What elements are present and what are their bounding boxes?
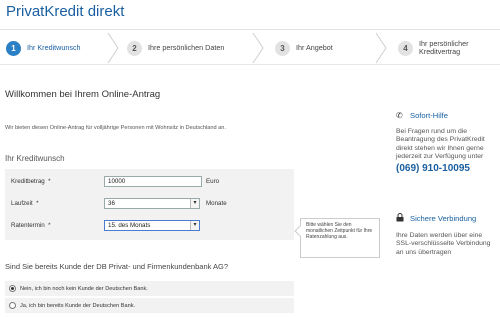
step-number: 4 — [398, 40, 413, 56]
radio-button[interactable] — [9, 285, 16, 292]
page-header: PrivatKredit direkt — [0, 0, 500, 30]
hilfe-text: Bei Fragen rund um die Beantragung des P… — [396, 128, 485, 161]
form-row-kreditbetrag: Kreditbetrag * 10000 Euro — [5, 173, 294, 193]
step-3[interactable]: 3 Ihr Angebot — [275, 31, 333, 65]
radio-label: Nein, ich bin noch kein Kunde der Deutsc… — [20, 285, 148, 292]
radio-option-yes[interactable]: Ja, ich bin bereits Kunde der Deutschen … — [5, 298, 294, 313]
laufzeit-select[interactable]: 36 ▾ — [104, 198, 200, 209]
chevron-right-icon — [106, 31, 120, 65]
chevron-down-icon[interactable]: ▾ — [190, 199, 199, 208]
step-label-line-2: Kreditvertrag — [419, 47, 461, 56]
sicher-text: Ihre Daten werden über eine SSL-verschlü… — [396, 232, 491, 256]
sicher-heading: Sichere Verbindung — [396, 213, 496, 224]
hilfe-title: Sofort-Hilfe — [410, 111, 448, 120]
step-1[interactable]: 1 Ihr Kreditwunsch — [6, 31, 81, 65]
step-label: Ihr Angebot — [296, 43, 333, 52]
kreditbetrag-unit: Euro — [206, 178, 220, 185]
step-label: Ihr persönlicher Kreditvertrag — [419, 40, 469, 56]
laufzeit-unit: Monate — [206, 200, 227, 207]
customer-question: Sind Sie bereits Kunde der DB Privat- un… — [5, 262, 229, 271]
section-heading: Ihr Kreditwunsch — [5, 154, 65, 163]
radio-button[interactable] — [9, 302, 16, 309]
laufzeit-value: 36 — [108, 200, 115, 207]
chevron-right-icon — [374, 31, 388, 65]
ratentermin-tooltip: Bitte wählen Sie den monatlichen Zeitpun… — [294, 218, 380, 258]
lock-icon — [396, 213, 406, 224]
radio-label: Ja, ich bin bereits Kunde der Deutschen … — [20, 302, 136, 309]
sicher-title: Sichere Verbindung — [410, 214, 477, 223]
chevron-down-icon[interactable]: ▾ — [190, 221, 199, 230]
hilfe-heading: ✆ Sofort-Hilfe — [396, 111, 496, 120]
ratentermin-select[interactable]: 15. des Monats ▾ — [104, 220, 200, 231]
form-row-laufzeit: Laufzeit * 36 ▾ Monate — [5, 195, 294, 215]
step-label: Ihr Kreditwunsch — [27, 43, 81, 52]
tooltip-arrow — [294, 225, 306, 237]
step-number: 2 — [127, 40, 142, 56]
ratentermin-value: 15. des Monats — [108, 222, 151, 229]
credit-form: Kreditbetrag * 10000 Euro Laufzeit * 36 … — [5, 169, 294, 240]
step-number: 3 — [275, 40, 290, 56]
kreditbetrag-input[interactable]: 10000 — [104, 176, 202, 187]
hilfe-phone[interactable]: (069) 910-10095 — [396, 163, 496, 174]
laufzeit-label: Laufzeit * — [11, 200, 39, 207]
step-4[interactable]: 4 Ihr persönlicher Kreditvertrag — [398, 31, 469, 65]
step-2[interactable]: 2 Ihre persönlichen Daten — [127, 31, 224, 65]
sidebar-sicher: Sichere Verbindung Ihre Daten werden übe… — [396, 213, 496, 257]
sidebar-hilfe: ✆ Sofort-Hilfe Bei Fragen rund um die Be… — [396, 111, 496, 174]
app-title: PrivatKredit direkt — [6, 3, 125, 20]
kreditbetrag-label: Kreditbetrag * — [11, 178, 51, 185]
step-number: 1 — [6, 40, 21, 56]
step-label: Ihre persönlichen Daten — [148, 43, 225, 52]
page-title: Willkommen bei Ihrem Online-Antrag — [5, 89, 161, 100]
chevron-right-icon — [251, 31, 265, 65]
progress-steps: 1 Ihr Kreditwunsch 2 Ihre persönlichen D… — [0, 31, 500, 65]
phone-icon: ✆ — [396, 111, 403, 120]
intro-text: Wir bieten diesen Online-Antrag für voll… — [5, 125, 226, 131]
ratentermin-label: Ratentermin * — [11, 222, 51, 229]
form-row-ratentermin: Ratentermin * 15. des Monats ▾ — [5, 217, 294, 237]
radio-option-no[interactable]: Nein, ich bin noch kein Kunde der Deutsc… — [5, 281, 294, 296]
tooltip-text: Bitte wählen Sie den monatlichen Zeitpun… — [306, 222, 373, 241]
